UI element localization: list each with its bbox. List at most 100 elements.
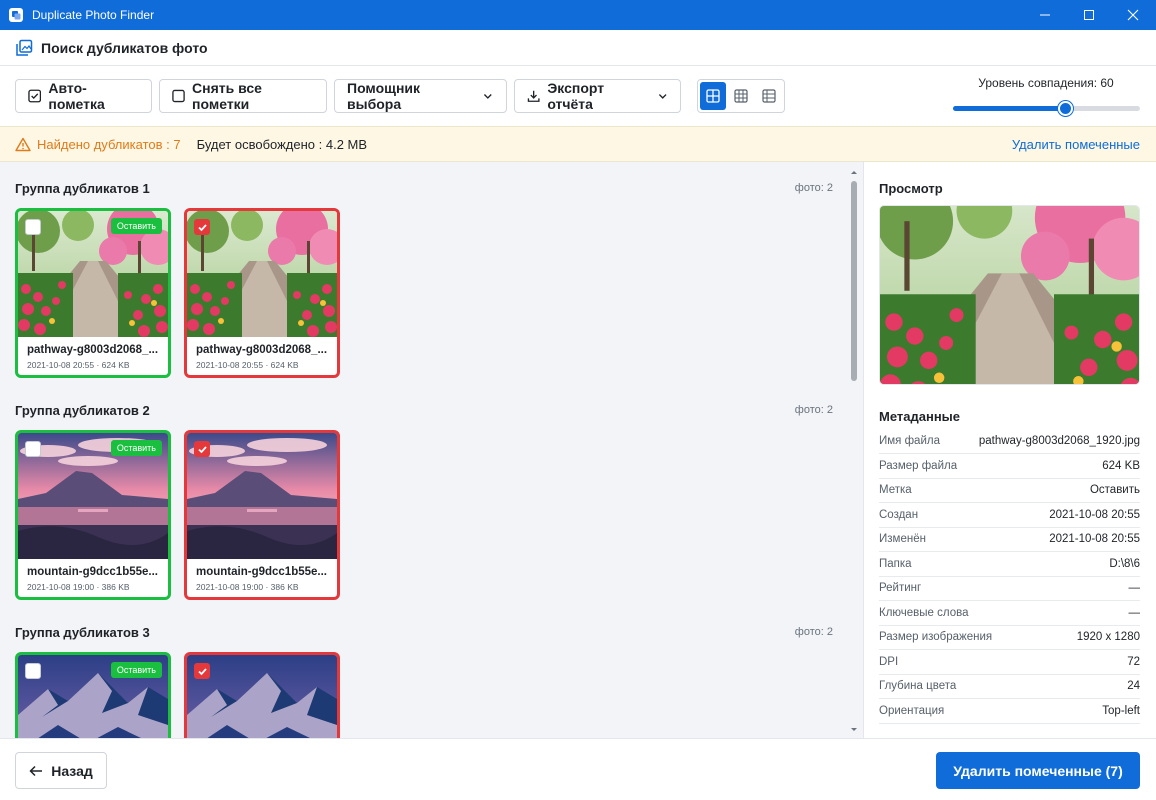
metadata-row: Размер файла 624 KB	[879, 455, 1140, 479]
table-grid-icon	[762, 89, 776, 103]
metadata-value: D:\8\6	[1109, 557, 1140, 570]
group-photo-count: фото: 2	[794, 182, 833, 194]
mark-checkbox[interactable]	[25, 441, 41, 457]
photo-card[interactable]: Оставить mountain-g9dcc1b55e... 2021-10-…	[15, 430, 171, 600]
group-title: Группа дубликатов 3	[15, 625, 150, 640]
metadata-key: Размер изображения	[879, 631, 993, 643]
duplicate-photos-icon	[16, 39, 33, 56]
view-medium-grid-button[interactable]	[728, 82, 754, 110]
export-report-dropdown[interactable]: Экспорт отчёта	[514, 79, 681, 113]
checkmark-icon	[197, 667, 207, 675]
metadata-value: 24	[1127, 680, 1140, 692]
mark-checkbox[interactable]	[194, 441, 210, 457]
photo-card[interactable]: mountain-g9dcc1b55e... 2021-10-08 19:00 …	[184, 430, 340, 600]
scroll-up-icon	[851, 171, 857, 174]
photo-card[interactable]: Оставить	[15, 652, 171, 738]
delete-marked-button[interactable]: Удалить помеченные (7)	[936, 752, 1140, 789]
photo-meta: 2021-10-08 19:00 · 386 KB	[27, 582, 130, 592]
metadata-row: Создан 2021-10-08 20:55	[879, 504, 1140, 528]
similarity-slider-fill	[953, 106, 1065, 111]
selection-helper-dropdown[interactable]: Помощник выбора	[334, 79, 507, 113]
metadata-value: —	[1128, 582, 1141, 594]
photo-card[interactable]: Оставить pathway-g8003d2068_... 2021-10-…	[15, 208, 171, 378]
photo-card[interactable]: pathway-g8003d2068_... 2021-10-08 20:55 …	[184, 208, 340, 378]
metadata-key: Изменён	[879, 533, 926, 545]
metadata-row: Рейтинг —	[879, 577, 1140, 601]
close-button[interactable]	[1110, 0, 1156, 30]
checkbox-checked-icon	[28, 89, 42, 103]
mark-checkbox[interactable]	[25, 663, 41, 679]
checkbox-empty-icon	[172, 89, 185, 103]
photo-meta: 2021-10-08 19:00 · 386 KB	[196, 582, 299, 592]
view-large-grid-button[interactable]	[700, 82, 726, 110]
metadata-key: Рейтинг	[879, 582, 922, 594]
metadata-key: Ориентация	[879, 704, 945, 717]
page-title: Поиск дубликатов фото	[41, 39, 208, 56]
photo-file-name: pathway-g8003d2068_...	[196, 344, 328, 356]
metadata-value: 1920 x 1280	[1076, 631, 1140, 643]
metadata-row: Метка Оставить	[879, 479, 1140, 503]
metadata-value: 2021-10-08 20:55	[1049, 533, 1140, 545]
scroll-down-icon	[851, 728, 857, 731]
auto-mark-button[interactable]: Авто-пометка	[15, 79, 152, 113]
close-icon	[1127, 9, 1139, 21]
checkmark-icon	[197, 223, 207, 231]
toolbar: Авто-пометка Снять все пометки Помощник …	[0, 66, 1156, 126]
back-button[interactable]: Назад	[15, 752, 107, 789]
title-bar: Duplicate Photo Finder	[0, 0, 1156, 30]
mark-checkbox[interactable]	[194, 663, 210, 679]
vertical-scrollbar[interactable]	[848, 166, 858, 734]
mark-checkbox[interactable]	[194, 219, 210, 235]
similarity-slider-thumb[interactable]	[1058, 101, 1073, 116]
selection-helper-label: Помощник выбора	[347, 80, 421, 112]
delete-marked-label: Удалить помеченные (7)	[953, 762, 1123, 779]
photo-file-name: mountain-g9dcc1b55e...	[27, 566, 159, 578]
mark-checkbox[interactable]	[25, 219, 41, 235]
photo-card[interactable]	[184, 652, 340, 738]
metadata-key: Метка	[879, 484, 912, 496]
group-photo-count: фото: 2	[794, 626, 833, 638]
metadata-value: Оставить	[1089, 484, 1140, 496]
photo-file-name: mountain-g9dcc1b55e...	[196, 566, 328, 578]
group-title: Группа дубликатов 1	[15, 181, 150, 196]
photo-file-name: pathway-g8003d2068_...	[27, 344, 159, 356]
group-title: Группа дубликатов 2	[15, 403, 150, 418]
app-icon	[9, 8, 23, 22]
preview-panel: Просмотр Метаданные Имя файла pathway-g80…	[864, 162, 1156, 738]
app-header: Поиск дубликатов фото	[0, 30, 1156, 66]
metadata-row: Имя файла pathway-g8003d2068_1920.jpg	[879, 430, 1140, 454]
duplicate-groups-list[interactable]: Группа дубликатов 1 фото: 2 Оставить pat…	[0, 162, 864, 738]
unmark-all-label: Снять все пометки	[192, 80, 262, 112]
metadata-row: Глубина цвета 24	[879, 675, 1140, 699]
view-mode-switcher	[697, 79, 785, 113]
minimize-button[interactable]	[1022, 0, 1068, 30]
metadata-key: Глубина цвета	[879, 680, 957, 692]
metadata-row: Ориентация Top-left	[879, 700, 1140, 724]
duplicate-group: Группа дубликатов 3 фото: 2 Оставить	[15, 625, 833, 738]
preview-title: Просмотр	[879, 181, 943, 196]
group-photo-count: фото: 2	[794, 404, 833, 416]
similarity-slider[interactable]	[953, 101, 1140, 116]
chevron-down-icon	[484, 94, 493, 99]
minimize-icon	[1040, 14, 1050, 16]
scrollbar-thumb[interactable]	[851, 181, 857, 381]
window-title: Duplicate Photo Finder	[32, 8, 155, 22]
keep-badge: Оставить	[110, 440, 162, 456]
metadata-row: Папка D:\8\6	[879, 553, 1140, 577]
warning-icon	[15, 137, 31, 151]
unmark-all-button[interactable]: Снять все пометки	[159, 79, 327, 113]
arrow-left-icon	[29, 765, 43, 776]
metadata-value: 624 KB	[1102, 459, 1140, 472]
metadata-title: Метаданные	[879, 409, 961, 424]
delete-marked-link[interactable]: Удалить помеченные	[1012, 137, 1140, 152]
maximize-button[interactable]	[1066, 0, 1112, 30]
metadata-key: Создан	[879, 508, 919, 521]
metadata-value: 2021-10-08 20:55	[1049, 508, 1140, 521]
keep-badge: Оставить	[110, 218, 162, 234]
view-details-button[interactable]	[756, 82, 782, 110]
download-icon	[527, 90, 540, 102]
similarity-label: Уровень совпадения: 60	[978, 76, 1114, 90]
chevron-down-icon	[658, 94, 667, 99]
metadata-row: Ключевые слова —	[879, 602, 1140, 626]
metadata-row: DPI 72	[879, 651, 1140, 675]
